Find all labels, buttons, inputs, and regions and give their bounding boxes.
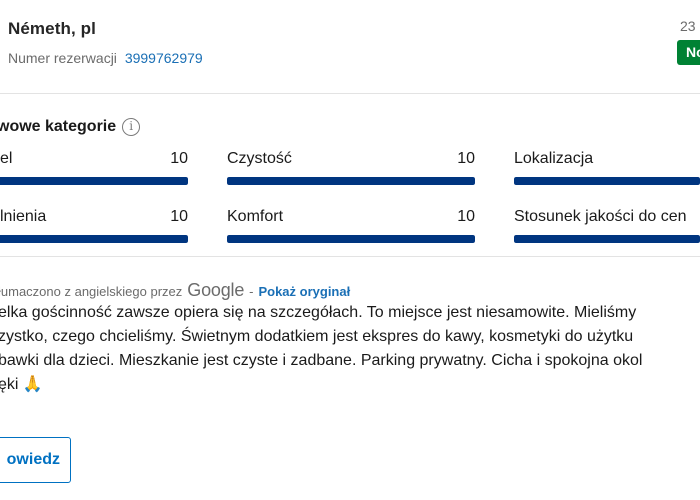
review-card: Németh, pl Numer rezerwacji 3999762979 2… [0, 0, 700, 500]
category-score: 10 [170, 208, 188, 225]
category-item: Komfort 10 [227, 208, 475, 252]
category-item: lnienia 10 [0, 208, 188, 252]
category-bar-fill [0, 177, 188, 185]
category-label: Stosunek jakości do cen [514, 208, 687, 225]
category-bar-fill [514, 177, 700, 185]
category-bar [0, 235, 188, 243]
category-label: lnienia [0, 208, 47, 225]
category-bar [514, 177, 700, 185]
guest-name: Németh, pl [8, 19, 96, 38]
category-bar [227, 235, 475, 243]
category-label: Czystość [227, 150, 292, 167]
review-text-line: bawki dla dzieci. Mieszkanie jest czyste… [0, 352, 643, 369]
category-score: 10 [457, 150, 475, 167]
category-item: el 10 [0, 150, 188, 194]
translation-notice: łumaczono z angielskiego przez Google - … [0, 280, 350, 301]
reservation-line: Numer rezerwacji 3999762979 [8, 50, 203, 66]
category-item: Stosunek jakości do cen [514, 208, 700, 252]
translation-prefix: łumaczono z angielskiego przez [0, 284, 183, 299]
category-bar-fill [514, 235, 700, 243]
categories-title: wowe kategorie i [0, 118, 141, 136]
categories-title-text: wowe kategorie [0, 118, 117, 135]
category-item: Lokalizacja [514, 150, 700, 194]
show-original-link[interactable]: Pokaż oryginał [258, 284, 350, 299]
reply-button[interactable]: owiedz [0, 437, 71, 483]
reservation-number-link[interactable]: 3999762979 [125, 50, 203, 66]
category-label: Komfort [227, 208, 284, 225]
review-text-line: ęki 🙏 [0, 376, 43, 393]
category-bar-fill [227, 177, 475, 185]
category-item: Czystość 10 [227, 150, 475, 194]
google-logo: Google [187, 280, 245, 300]
category-label: el [0, 150, 13, 167]
review-text-line: elka gościnność zawsze opiera się na szc… [0, 304, 637, 321]
category-score: 10 [170, 150, 188, 167]
review-date: 23 [680, 18, 696, 34]
header-divider [0, 93, 700, 94]
category-bar [227, 177, 475, 185]
category-bar-fill [0, 235, 188, 243]
category-bar [514, 235, 700, 243]
category-bar [0, 177, 188, 185]
info-icon[interactable]: i [122, 118, 141, 136]
review-text-line: zystko, czego chcieliśmy. Świetnym dodat… [0, 328, 634, 345]
category-label: Lokalizacja [514, 150, 594, 167]
categories-divider [0, 256, 700, 257]
category-bar-fill [227, 235, 475, 243]
translation-separator: - [249, 284, 254, 299]
status-badge: No [677, 40, 700, 65]
category-score: 10 [457, 208, 475, 225]
reservation-label: Numer rezerwacji [8, 50, 117, 66]
